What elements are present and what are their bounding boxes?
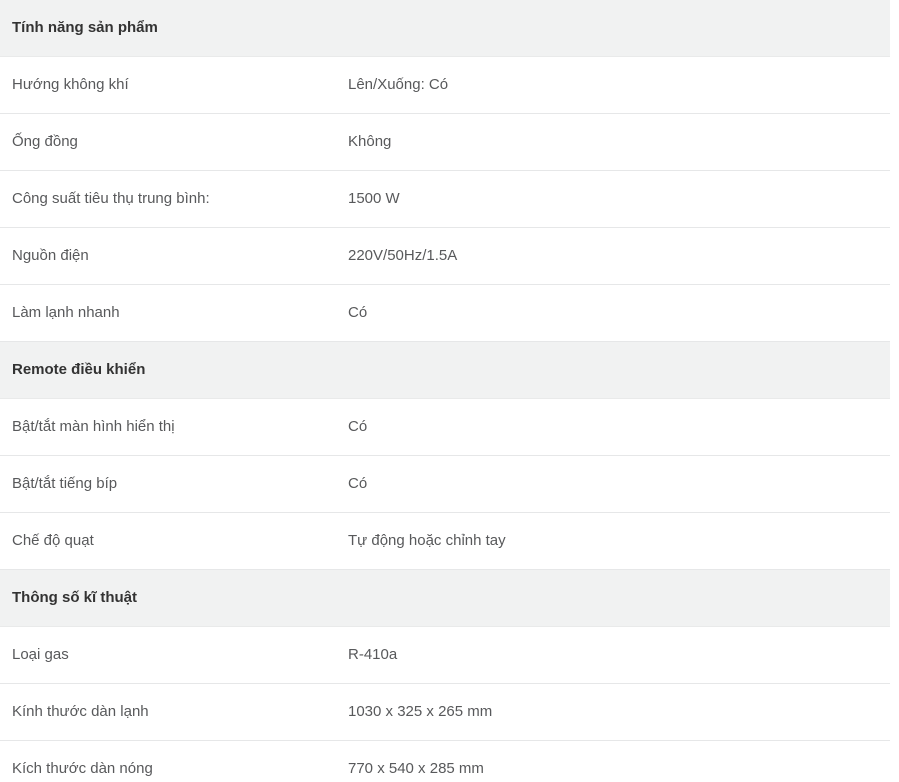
spec-label: Kích thước dàn nóng (0, 740, 348, 782)
spec-label: Ống đồng (0, 113, 348, 171)
table-row: Nguồn điện 220V/50Hz/1.5A (0, 227, 890, 285)
specification-table: Tính năng sản phẩm Hướng không khí Lên/Xuố… (0, 0, 890, 782)
spec-value: 220V/50Hz/1.5A (348, 227, 890, 285)
spec-label: Nguồn điện (0, 227, 348, 285)
spec-value: Tự động hoặc chỉnh tay (348, 512, 890, 570)
table-row: Công suất tiêu thụ trung bình: 1500 W (0, 170, 890, 228)
table-row: Bật/tắt tiếng bíp Có (0, 455, 890, 513)
table-row: Loại gas R-410a (0, 626, 890, 684)
product-specification-panel: NGUYEN HOANG REE Tính năng sản phẩmHướng… (0, 0, 890, 782)
spec-value: Không (348, 113, 890, 171)
spec-label: Làm lạnh nhanh (0, 284, 348, 342)
spec-label: Bật/tắt màn hình hiển thị (0, 398, 348, 456)
spec-value: 770 x 540 x 285 mm (348, 740, 890, 782)
spec-label: Công suất tiêu thụ trung bình: (0, 170, 348, 228)
spec-value: Lên/Xuống: Có (348, 56, 890, 114)
spec-label: Chế độ quạt (0, 512, 348, 570)
specification-table-body: Tính năng sản phẩm Hướng không khí Lên/Xuố… (0, 0, 890, 782)
spec-label: Loại gas (0, 626, 348, 684)
section-header-row: Tính năng sản phẩm (0, 0, 890, 57)
spec-label: Hướng không khí (0, 56, 348, 114)
spec-label: Bật/tắt tiếng bíp (0, 455, 348, 513)
table-row: Hướng không khí Lên/Xuống: Có (0, 56, 890, 114)
table-row: Kích thước dàn nóng 770 x 540 x 285 mm (0, 740, 890, 782)
section-header-row: Remote điều khiển (0, 341, 890, 399)
spec-label: Kính thước dàn lạnh (0, 683, 348, 741)
spec-value: R-410a (348, 626, 890, 684)
spec-value: Có (348, 455, 890, 513)
section-header-row: Thông số kĩ thuật (0, 569, 890, 627)
spec-value: Có (348, 284, 890, 342)
section-title: Tính năng sản phẩm (0, 0, 890, 57)
table-row: Làm lạnh nhanh Có (0, 284, 890, 342)
table-row: Kính thước dàn lạnh 1030 x 325 x 265 mm (0, 683, 890, 741)
table-row: Bật/tắt màn hình hiển thị Có (0, 398, 890, 456)
spec-value: 1500 W (348, 170, 890, 228)
section-title: Remote điều khiển (0, 341, 890, 399)
spec-value: Có (348, 398, 890, 456)
section-title: Thông số kĩ thuật (0, 569, 890, 627)
table-row: Chế độ quạt Tự động hoặc chỉnh tay (0, 512, 890, 570)
spec-value: 1030 x 325 x 265 mm (348, 683, 890, 741)
table-row: Ống đồng Không (0, 113, 890, 171)
